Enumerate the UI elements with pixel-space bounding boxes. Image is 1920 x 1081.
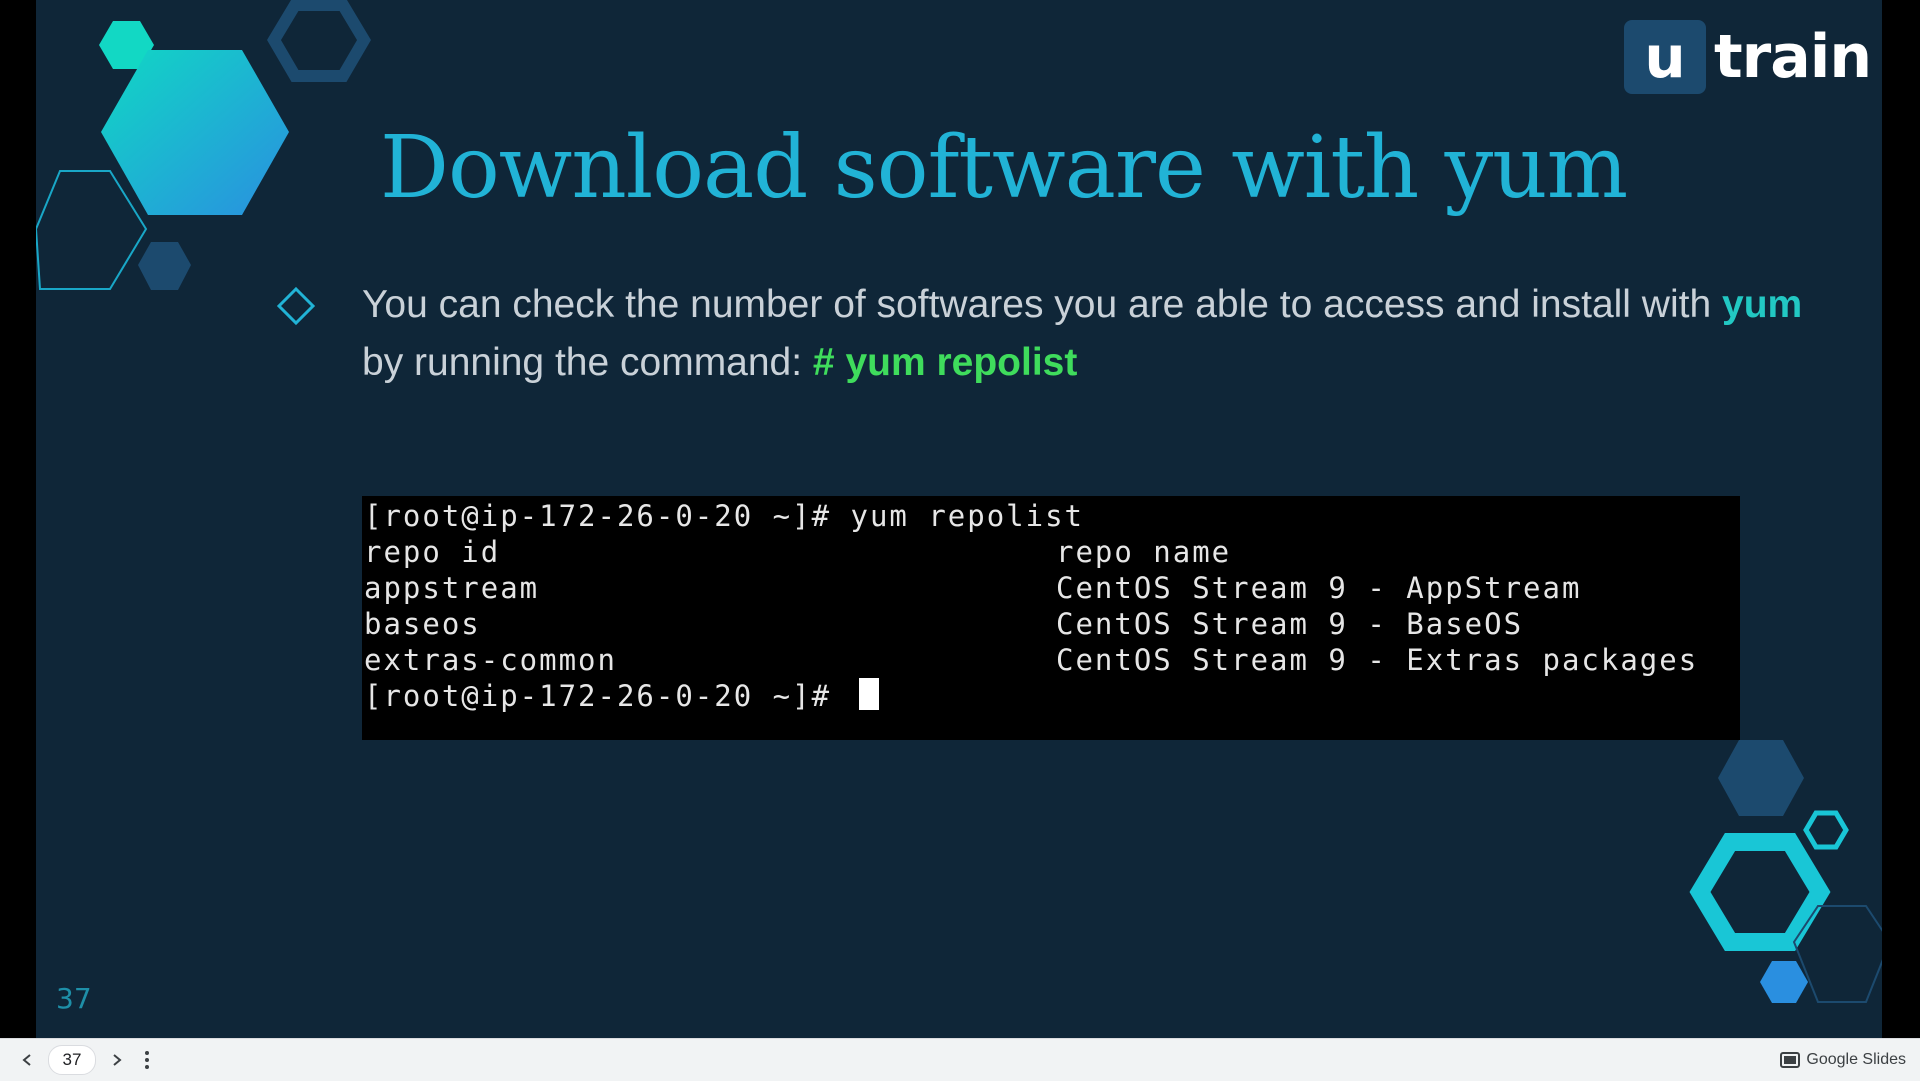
hexagon-shape — [36, 170, 148, 290]
hexagon-shape — [1760, 961, 1808, 1003]
terminal-row: appstream CentOS Stream 9 - AppStream — [364, 570, 1579, 606]
repo-id: extras-common — [364, 643, 617, 677]
logo-word: train — [1714, 22, 1872, 92]
google-slides-label: Google Slides — [1806, 1051, 1906, 1068]
more-options-button[interactable] — [132, 1045, 162, 1075]
terminal-header-row: repo id repo name — [364, 534, 1229, 570]
repo-name: CentOS Stream 9 - Extras packages — [1056, 643, 1699, 677]
page-number-input[interactable]: 37 — [48, 1045, 96, 1075]
more-vertical-icon — [145, 1051, 149, 1069]
diamond-bullet-icon — [276, 286, 316, 326]
command-text: # yum repolist — [812, 341, 1078, 384]
repo-name: CentOS Stream 9 - AppStream — [1056, 571, 1582, 605]
terminal-row: extras-common CentOS Stream 9 - Extras pa… — [364, 642, 1696, 678]
google-slides-link[interactable]: Google Slides — [1780, 1039, 1906, 1081]
terminal-screenshot: [root@ip-172-26-0-20 ~]# yum repolist re… — [362, 496, 1740, 740]
terminal-command-line: [root@ip-172-26-0-20 ~]# yum repolist — [364, 499, 1085, 533]
terminal-row: baseos CentOS Stream 9 - BaseOS — [364, 606, 1521, 642]
bullet-part-1: You can check the number of softwares yo… — [362, 283, 1722, 326]
hexagon-shape — [1689, 833, 1831, 951]
slides-icon — [1780, 1052, 1801, 1068]
slide-title: Download software with yum — [380, 118, 1628, 218]
chevron-left-icon — [22, 1054, 31, 1066]
hexagon-shape — [267, 0, 371, 82]
slide-number: 37 — [56, 982, 92, 1015]
logo-letter: u — [1624, 20, 1706, 94]
repo-id: baseos — [364, 607, 481, 641]
repo-name: CentOS Stream 9 - BaseOS — [1056, 607, 1524, 641]
presentation-toolbar: 37 Google Slides — [0, 1038, 1920, 1081]
header-repo-name: repo name — [1056, 535, 1232, 569]
hexagon-shape — [1803, 810, 1849, 850]
header-repo-id: repo id — [364, 535, 501, 569]
next-slide-button[interactable] — [102, 1045, 132, 1075]
yum-keyword: yum — [1722, 283, 1803, 326]
hexagon-shape — [138, 242, 191, 290]
hexagon-shape — [1792, 905, 1882, 1003]
hexagon-shape — [1718, 740, 1804, 816]
terminal-final-prompt: [root@ip-172-26-0-20 ~]# — [364, 678, 879, 714]
hexagon-shape — [101, 50, 289, 215]
final-prompt-text: [root@ip-172-26-0-20 ~]# — [364, 679, 851, 713]
bullet-text: You can check the number of softwares yo… — [362, 276, 1842, 392]
bullet-part-2: by running the command: — [362, 341, 813, 384]
utrain-logo: u train — [1624, 20, 1872, 94]
slide-canvas: u train Download software with yum You c… — [36, 0, 1882, 1038]
previous-slide-button[interactable] — [12, 1045, 42, 1075]
repo-id: appstream — [364, 571, 540, 605]
terminal-cursor — [858, 678, 879, 710]
chevron-right-icon — [113, 1054, 122, 1066]
